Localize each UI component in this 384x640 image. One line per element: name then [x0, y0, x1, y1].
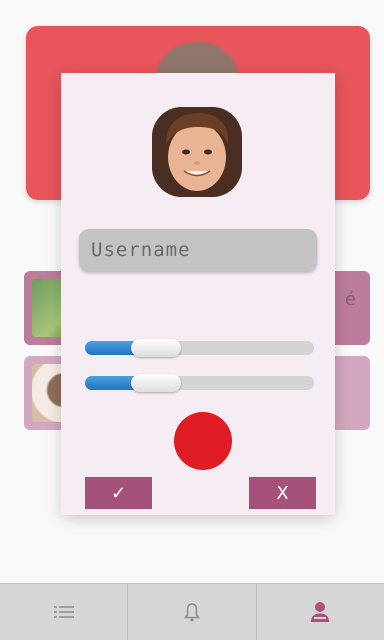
slider-thumb[interactable]	[130, 339, 181, 357]
nav-item-notifications[interactable]	[128, 584, 257, 640]
cancel-button[interactable]: X	[249, 477, 316, 509]
slider-1[interactable]	[85, 339, 314, 357]
slider-2[interactable]	[85, 374, 314, 392]
nav-item-list[interactable]	[0, 584, 129, 640]
edit-profile-dialog: ✓ X	[61, 73, 335, 515]
username-input[interactable]	[79, 229, 317, 271]
bottom-nav	[0, 583, 384, 640]
avatar[interactable]	[152, 107, 242, 197]
bell-icon	[183, 603, 200, 622]
confirm-button[interactable]: ✓	[85, 477, 152, 509]
list-icon	[53, 606, 74, 618]
person-icon	[311, 602, 330, 622]
nav-item-profile[interactable]	[257, 584, 384, 640]
slider-thumb[interactable]	[130, 374, 181, 392]
profile-photo	[152, 107, 242, 197]
record-button[interactable]	[174, 412, 232, 470]
